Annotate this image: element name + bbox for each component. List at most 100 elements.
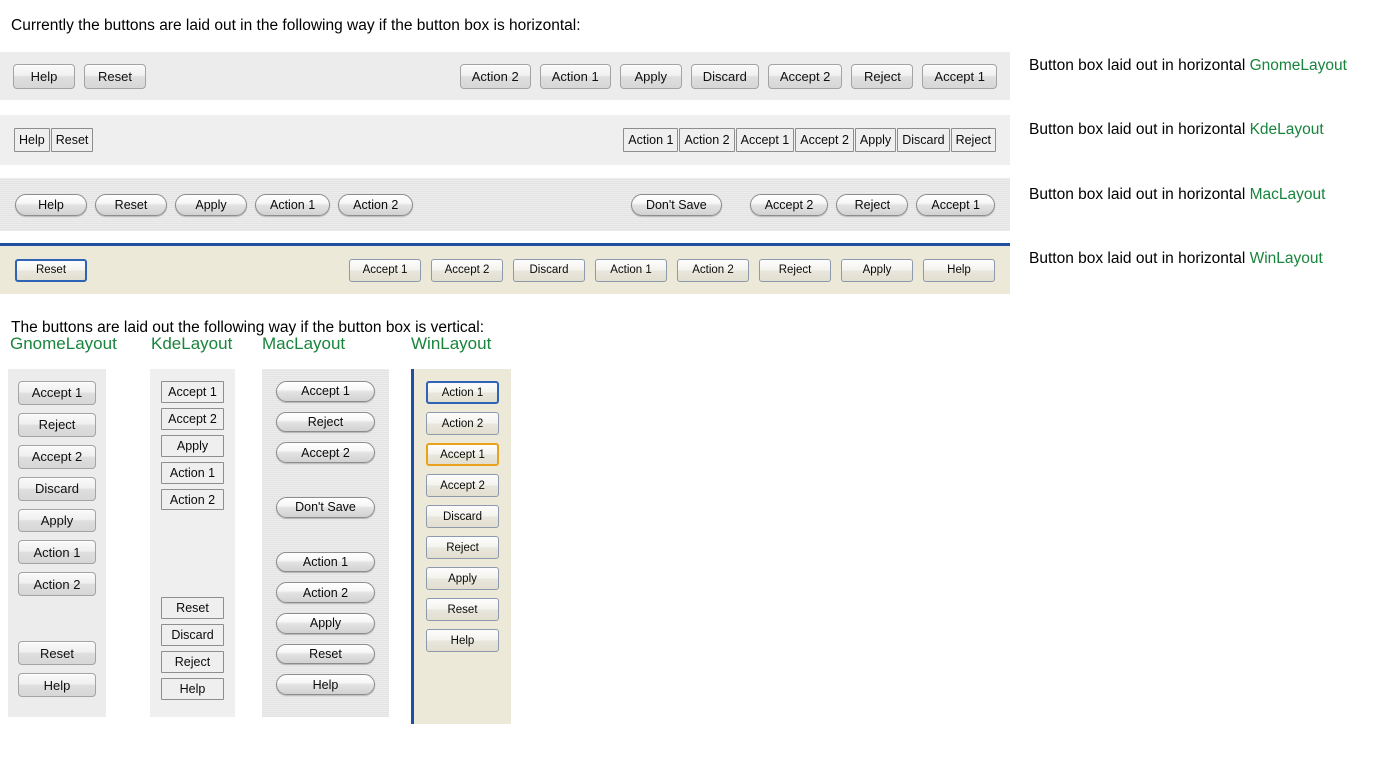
right-button-group: Action 1 Action 2 Accept 1 Accept 2 Apply Dis…: [623, 128, 996, 152]
button-action-2[interactable]: Action 2: [338, 193, 414, 216]
button-help[interactable]: Help: [18, 673, 96, 698]
button-help[interactable]: Help: [14, 128, 50, 152]
button-reject[interactable]: Reject: [836, 193, 909, 216]
button-discard[interactable]: Discard: [18, 476, 96, 501]
button-accept-1[interactable]: Accept 1: [922, 63, 997, 89]
button-action-1[interactable]: Action 1: [161, 461, 224, 484]
button-accept-1[interactable]: Accept 1: [916, 193, 995, 216]
button-don-t-save[interactable]: Don't Save: [276, 497, 375, 518]
button-reset[interactable]: Reset: [50, 128, 94, 152]
button-box-gnomelayout-horizontal: Help Reset Action 2 Action 1 Apply Discard Acc…: [0, 52, 1010, 100]
button-action-2[interactable]: Action 2: [459, 63, 531, 89]
button-accept-1[interactable]: Accept 1: [161, 381, 224, 403]
button-accept-2[interactable]: Accept 2: [161, 407, 224, 430]
button-box-winlayout-horizontal: Reset Accept 1 Accept 2 Discard Action 1 Acti…: [0, 243, 1010, 294]
button-reject[interactable]: Reject: [759, 258, 831, 282]
button-accept-2[interactable]: Accept 2: [767, 63, 843, 89]
button-discard[interactable]: Discard: [690, 63, 759, 89]
button-apply[interactable]: Apply: [175, 193, 247, 216]
caption-prefix: Button box laid out in horizontal: [1029, 250, 1250, 267]
button-accept-1[interactable]: Accept 1: [426, 443, 499, 466]
right-button-group: Action 2 Action 1 Apply Discard Accept 2 Reje…: [459, 63, 997, 89]
button-action-2[interactable]: Action 2: [679, 128, 735, 152]
button-group-separator: [161, 515, 224, 597]
button-help[interactable]: Help: [13, 63, 75, 89]
button-action-2[interactable]: Action 2: [426, 412, 499, 435]
horizontal-row-kdelayout: Help Reset Action 1 Action 2 Accept 1 Accept …: [0, 115, 1324, 165]
vertical-column-headings: GnomeLayout KdeLayout MacLayout WinLayout: [0, 335, 1376, 369]
button-apply[interactable]: Apply: [426, 567, 499, 590]
button-reset[interactable]: Reset: [95, 193, 167, 216]
button-help[interactable]: Help: [15, 193, 87, 216]
horizontal-row-winlayout: Reset Accept 1 Accept 2 Discard Action 1 Acti…: [0, 243, 1323, 294]
button-apply[interactable]: Apply: [18, 508, 96, 533]
button-apply[interactable]: Apply: [161, 434, 224, 457]
button-box-maclayout-horizontal: Help Reset Apply Action 1 Action 2 Don't Save…: [0, 178, 1010, 231]
caption-prefix: Button box laid out in horizontal: [1029, 186, 1250, 203]
button-action-2[interactable]: Action 2: [161, 488, 224, 511]
button-discard[interactable]: Discard: [161, 624, 224, 647]
button-action-1[interactable]: Action 1: [276, 551, 375, 573]
button-action-1[interactable]: Action 1: [623, 128, 679, 152]
button-reset[interactable]: Reset: [15, 258, 87, 282]
button-accept-1[interactable]: Accept 1: [18, 381, 96, 405]
vertical-heading-winlayout: WinLayout: [411, 334, 492, 353]
button-help[interactable]: Help: [426, 629, 499, 652]
caption-prefix: Button box laid out in horizontal: [1029, 57, 1250, 74]
row-caption-winlayout: Button box laid out in horizontal WinLay…: [1010, 251, 1323, 267]
button-accept-1[interactable]: Accept 1: [735, 128, 795, 152]
button-accept-2[interactable]: Accept 2: [795, 128, 854, 152]
button-help[interactable]: Help: [276, 674, 375, 696]
button-reject[interactable]: Reject: [426, 536, 499, 559]
caption-layout-name: KdeLayout: [1249, 121, 1324, 138]
vertical-heading-maclayout: MacLayout: [262, 334, 346, 353]
button-accept-2[interactable]: Accept 2: [18, 444, 96, 469]
button-discard[interactable]: Discard: [897, 128, 950, 152]
button-reject[interactable]: Reject: [851, 63, 914, 89]
button-don-t-save[interactable]: Don't Save: [630, 193, 722, 216]
button-box-gnomelayout-vertical: Accept 1 Reject Accept 2 Discard Apply Action…: [8, 369, 106, 717]
button-reject[interactable]: Reject: [18, 412, 96, 437]
button-help[interactable]: Help: [161, 678, 224, 701]
left-button-group: Help Reset: [14, 128, 94, 152]
button-help[interactable]: Help: [923, 258, 995, 282]
button-box-kdelayout-vertical: Accept 1 Accept 2 Apply Action 1 Action 2 Res…: [150, 369, 235, 717]
button-action-2[interactable]: Action 2: [18, 572, 96, 597]
row-caption-gnomelayout: Button box laid out in horizontal GnomeL…: [1010, 58, 1347, 74]
vertical-columns: Accept 1 Reject Accept 2 Discard Apply Action…: [0, 369, 1376, 729]
button-apply[interactable]: Apply: [619, 63, 682, 89]
caption-layout-name: GnomeLayout: [1249, 57, 1347, 74]
button-action-2[interactable]: Action 2: [677, 258, 749, 282]
button-reject[interactable]: Reject: [161, 651, 224, 674]
button-action-1[interactable]: Action 1: [255, 193, 331, 216]
button-accept-2[interactable]: Accept 2: [749, 193, 829, 216]
button-action-2[interactable]: Action 2: [276, 582, 375, 604]
button-apply[interactable]: Apply: [854, 128, 897, 152]
button-reset[interactable]: Reset: [18, 641, 96, 666]
caption-layout-name: WinLayout: [1249, 250, 1323, 267]
button-action-1[interactable]: Action 1: [426, 381, 499, 404]
button-accept-2[interactable]: Accept 2: [426, 474, 499, 497]
button-action-1[interactable]: Action 1: [18, 540, 96, 565]
button-action-1[interactable]: Action 1: [539, 63, 611, 89]
vertical-heading-kdelayout: KdeLayout: [151, 334, 233, 353]
button-apply[interactable]: Apply: [276, 613, 375, 634]
button-accept-1[interactable]: Accept 1: [349, 258, 421, 282]
button-accept-2[interactable]: Accept 2: [431, 258, 503, 282]
vertical-heading-gnomelayout: GnomeLayout: [10, 334, 117, 353]
button-reset[interactable]: Reset: [84, 63, 146, 89]
button-reject[interactable]: Reject: [276, 411, 375, 433]
button-reset[interactable]: Reset: [426, 598, 499, 621]
button-reject[interactable]: Reject: [950, 128, 996, 152]
button-reset[interactable]: Reset: [276, 643, 375, 665]
button-box-winlayout-vertical: Action 1 Action 2 Accept 1 Accept 2 Discard R…: [411, 369, 511, 724]
horizontal-row-gnomelayout: Help Reset Action 2 Action 1 Apply Discard Acc…: [0, 52, 1347, 100]
button-accept-1[interactable]: Accept 1: [276, 381, 375, 402]
button-accept-2[interactable]: Accept 2: [276, 442, 375, 464]
button-reset[interactable]: Reset: [161, 597, 224, 620]
button-apply[interactable]: Apply: [841, 258, 913, 282]
button-discard[interactable]: Discard: [513, 258, 585, 282]
button-action-1[interactable]: Action 1: [595, 258, 667, 282]
button-discard[interactable]: Discard: [426, 505, 499, 528]
button-box-maclayout-vertical: Accept 1 Reject Accept 2 Don't Save Action 1…: [262, 369, 389, 717]
